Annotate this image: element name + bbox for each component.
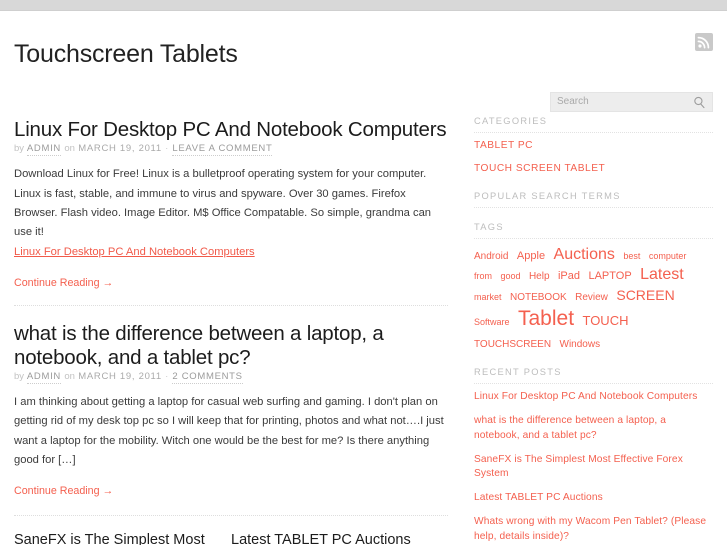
post-meta-by: by bbox=[14, 370, 25, 382]
widget-popular-search-terms: POPULAR SEARCH TERMS bbox=[474, 191, 713, 208]
post-author-link[interactable]: ADMIN bbox=[26, 370, 61, 384]
list-item: SaneFX is The Simplest Most Effective Fo… bbox=[474, 453, 713, 483]
tag-link[interactable]: LAPTOP bbox=[588, 270, 631, 282]
sidebar: CATEGORIES TABLET PC TOUCH SCREEN TABLET… bbox=[466, 116, 713, 545]
tag-link[interactable]: computer bbox=[649, 251, 687, 261]
post-comments-link[interactable]: LEAVE A COMMENT bbox=[172, 143, 273, 157]
post-body: Download Linux for Free! Linux is a bull… bbox=[14, 165, 448, 262]
site-title[interactable]: Touchscreen Tablets bbox=[14, 40, 238, 69]
tag-link[interactable]: SCREEN bbox=[616, 287, 674, 303]
continue-reading-link[interactable]: Continue Reading → bbox=[14, 277, 113, 289]
tag-link[interactable]: Latest bbox=[640, 266, 684, 283]
teaser-item: Latest TABLET PC Auctions on MARCH 18, 2… bbox=[231, 532, 448, 545]
tag-link[interactable]: from bbox=[474, 271, 492, 281]
continue-reading-link[interactable]: Continue Reading → bbox=[14, 485, 113, 497]
tag-link[interactable]: Windows bbox=[560, 339, 601, 350]
teaser-row: SaneFX is The Simplest Most Effective Fo… bbox=[14, 515, 448, 545]
post-inline-link[interactable]: Linux For Desktop PC And Notebook Comput… bbox=[14, 243, 448, 262]
widget-title-popular-search-terms: POPULAR SEARCH TERMS bbox=[474, 191, 713, 208]
post-body: I am thinking about getting a laptop for… bbox=[14, 395, 444, 467]
widget-categories: CATEGORIES TABLET PC TOUCH SCREEN TABLET bbox=[474, 116, 713, 177]
list-item: Latest TABLET PC Auctions bbox=[474, 491, 713, 506]
tag-cloud: Android Apple Auctions best computer fro… bbox=[474, 245, 713, 354]
sidebar-recent-post-link[interactable]: Linux For Desktop PC And Notebook Comput… bbox=[474, 390, 713, 405]
widget-recent-posts: RECENT POSTS Linux For Desktop PC And No… bbox=[474, 367, 713, 545]
post-title[interactable]: Linux For Desktop PC And Notebook Comput… bbox=[14, 118, 448, 141]
tag-link[interactable]: Review bbox=[575, 292, 608, 303]
teaser-title[interactable]: Latest TABLET PC Auctions bbox=[231, 532, 428, 545]
tag-link[interactable]: Android bbox=[474, 251, 508, 262]
tag-link[interactable]: Software bbox=[474, 317, 510, 327]
list-item: TOUCH SCREEN TABLET bbox=[474, 162, 713, 177]
sidebar-recent-post-link[interactable]: Whats wrong with my Wacom Pen Tablet? (P… bbox=[474, 515, 713, 545]
post-date: MARCH 19, 2011 bbox=[78, 143, 162, 155]
post-meta-by: by bbox=[14, 143, 25, 155]
sidebar-category-link[interactable]: TABLET PC bbox=[474, 139, 713, 154]
list-item: Linux For Desktop PC And Notebook Comput… bbox=[474, 390, 713, 405]
search-box[interactable] bbox=[550, 92, 713, 112]
content-columns: Linux For Desktop PC And Notebook Comput… bbox=[0, 112, 727, 545]
widget-tags: TAGS Android Apple Auctions best compute… bbox=[474, 222, 713, 354]
list-item: Whats wrong with my Wacom Pen Tablet? (P… bbox=[474, 515, 713, 545]
post-date: MARCH 19, 2011 bbox=[78, 370, 162, 382]
sidebar-recent-post-link[interactable]: SaneFX is The Simplest Most Effective Fo… bbox=[474, 453, 713, 483]
search-input[interactable] bbox=[551, 93, 691, 111]
rss-feed-icon[interactable] bbox=[695, 33, 713, 51]
post-article: Linux For Desktop PC And Notebook Comput… bbox=[14, 112, 448, 291]
tag-link[interactable]: TOUCH bbox=[582, 313, 628, 328]
widget-title-recent-posts: RECENT POSTS bbox=[474, 367, 713, 385]
search-icon[interactable] bbox=[693, 96, 706, 109]
post-meta-separator: · bbox=[165, 370, 170, 382]
site-header: Touchscreen Tablets bbox=[0, 11, 727, 112]
tag-link[interactable]: Auctions bbox=[554, 246, 615, 263]
sidebar-category-link[interactable]: TOUCH SCREEN TABLET bbox=[474, 162, 713, 177]
post-body-text: Download Linux for Free! Linux is a bull… bbox=[14, 168, 432, 239]
tag-link[interactable]: market bbox=[474, 292, 502, 302]
list-item: what is the difference between a laptop,… bbox=[474, 414, 713, 444]
tag-link[interactable]: Tablet bbox=[518, 307, 574, 330]
tag-link[interactable]: NOTEBOOK bbox=[510, 292, 567, 303]
tag-link[interactable]: Apple bbox=[517, 250, 545, 262]
widget-title-categories: CATEGORIES bbox=[474, 116, 713, 133]
main-content: Linux For Desktop PC And Notebook Comput… bbox=[14, 112, 466, 545]
post-meta: by ADMIN on MARCH 19, 2011 · LEAVE A COM… bbox=[14, 143, 448, 157]
post-comments-link[interactable]: 2 COMMENTS bbox=[172, 370, 243, 384]
sidebar-recent-post-link[interactable]: Latest TABLET PC Auctions bbox=[474, 491, 713, 506]
tag-link[interactable]: best bbox=[623, 251, 640, 261]
post-meta-separator: · bbox=[165, 143, 170, 155]
post-meta: by ADMIN on MARCH 19, 2011 · 2 COMMENTS bbox=[14, 370, 448, 384]
list-item: TABLET PC bbox=[474, 139, 713, 154]
tag-link[interactable]: iPad bbox=[558, 270, 580, 282]
post-author-link[interactable]: ADMIN bbox=[26, 143, 61, 157]
category-list: TABLET PC TOUCH SCREEN TABLET bbox=[474, 139, 713, 177]
tag-link[interactable]: good bbox=[500, 271, 520, 281]
teaser-item: SaneFX is The Simplest Most Effective Fo… bbox=[14, 532, 231, 545]
tag-link[interactable]: TOUCHSCREEN bbox=[474, 339, 551, 350]
tag-link[interactable]: Help bbox=[529, 271, 550, 282]
teaser-title[interactable]: SaneFX is The Simplest Most Effective Fo… bbox=[14, 532, 211, 545]
post-meta-on: on bbox=[64, 370, 75, 382]
post-title[interactable]: what is the difference between a laptop,… bbox=[14, 322, 448, 369]
page-root: Touchscreen Tablets Linux For Desktop PC… bbox=[0, 0, 727, 545]
post-meta-on: on bbox=[64, 143, 75, 155]
recent-posts-list: Linux For Desktop PC And Notebook Comput… bbox=[474, 390, 713, 545]
sidebar-recent-post-link[interactable]: what is the difference between a laptop,… bbox=[474, 414, 713, 444]
top-bar bbox=[0, 0, 727, 11]
post-article: what is the difference between a laptop,… bbox=[14, 305, 448, 499]
widget-title-tags: TAGS bbox=[474, 222, 713, 239]
